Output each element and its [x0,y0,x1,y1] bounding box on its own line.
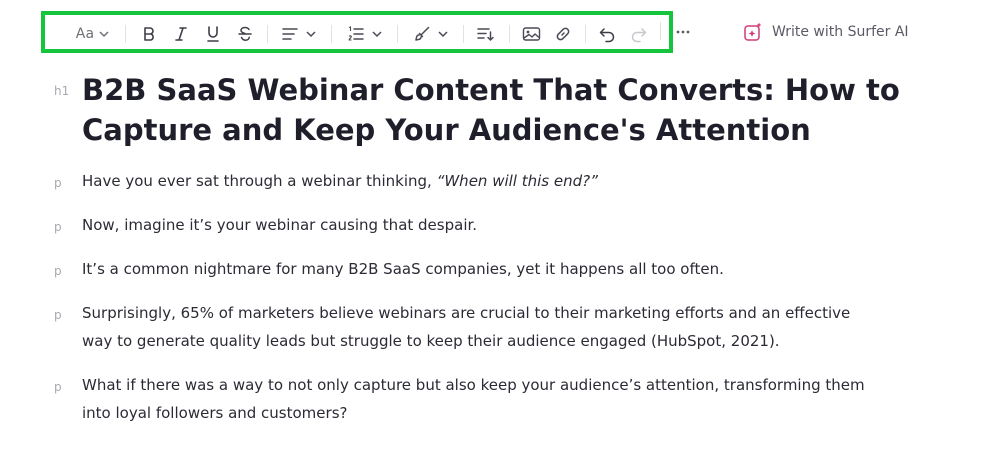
toolbar-separator [509,25,510,43]
sparkle-icon [744,22,762,41]
brush-icon [415,26,430,41]
toolbar-separator [463,25,464,43]
paragraph-text: Have you ever sat through a webinar thin… [82,172,437,190]
toolbar-separator [660,22,661,40]
block-type-tag: p [54,264,62,278]
text-style-label: Aa [75,26,95,42]
strikethrough-icon [238,26,252,41]
paragraph-italic-quote: “When will this end?” [436,172,598,190]
strikethrough-button[interactable] [233,22,257,46]
undo-button[interactable] [595,22,619,46]
block-type-tag: p [54,176,62,190]
chevron-down-icon [306,31,316,38]
chevron-down-icon [438,31,448,38]
paragraph[interactable]: It’s a common nightmare for many B2B Saa… [82,255,882,283]
paragraph[interactable]: What if there was a way to not only capt… [82,371,872,427]
redo-button[interactable] [627,22,651,46]
insert-image-button[interactable] [519,22,543,46]
toolbar-separator [125,25,126,43]
undo-icon [599,28,615,43]
redo-icon [631,28,647,43]
paragraph[interactable]: Have you ever sat through a webinar thin… [82,167,882,195]
list-dropdown[interactable] [343,22,387,46]
write-with-ai-label: Write with Surfer AI [772,24,909,40]
line-height-button[interactable] [473,22,497,46]
underline-button[interactable] [201,22,225,46]
toolbar-separator [267,25,268,43]
formatting-toolbar: Aa [41,11,673,53]
align-dropdown[interactable] [277,22,321,46]
block-type-tag: p [54,220,62,234]
bold-icon [144,27,154,41]
document-heading[interactable]: B2B SaaS Webinar Content That Converts: … [82,70,902,150]
image-icon [522,27,540,41]
text-style-dropdown[interactable]: Aa [71,22,115,46]
insert-link-button[interactable] [551,22,575,46]
toolbar-separator [331,25,332,43]
editor-page: Aa Write with Surfer AI h1 B2B SaaS Webi… [0,0,1005,450]
sort-lines-icon [477,28,494,41]
more-dots-icon [676,30,690,34]
more-options-button[interactable] [672,20,694,44]
paragraph[interactable]: Surprisingly, 65% of marketers believe w… [82,299,862,355]
paragraph[interactable]: Now, imagine it’s your webinar causing t… [82,211,882,239]
bold-button[interactable] [137,22,161,46]
chevron-down-icon [372,31,382,38]
write-with-ai-button[interactable]: Write with Surfer AI [742,19,909,45]
italic-icon [175,27,187,41]
toolbar-separator [397,25,398,43]
link-icon [556,27,570,41]
block-type-tag: h1 [54,84,70,98]
block-type-tag: p [54,308,62,322]
chevron-down-icon [99,31,109,38]
italic-button[interactable] [169,22,193,46]
numbered-list-icon [348,26,364,41]
underline-icon [207,26,219,42]
highlight-dropdown[interactable] [409,22,453,46]
toolbar-separator [585,25,586,43]
align-left-icon [282,28,298,40]
block-type-tag: p [54,380,62,394]
